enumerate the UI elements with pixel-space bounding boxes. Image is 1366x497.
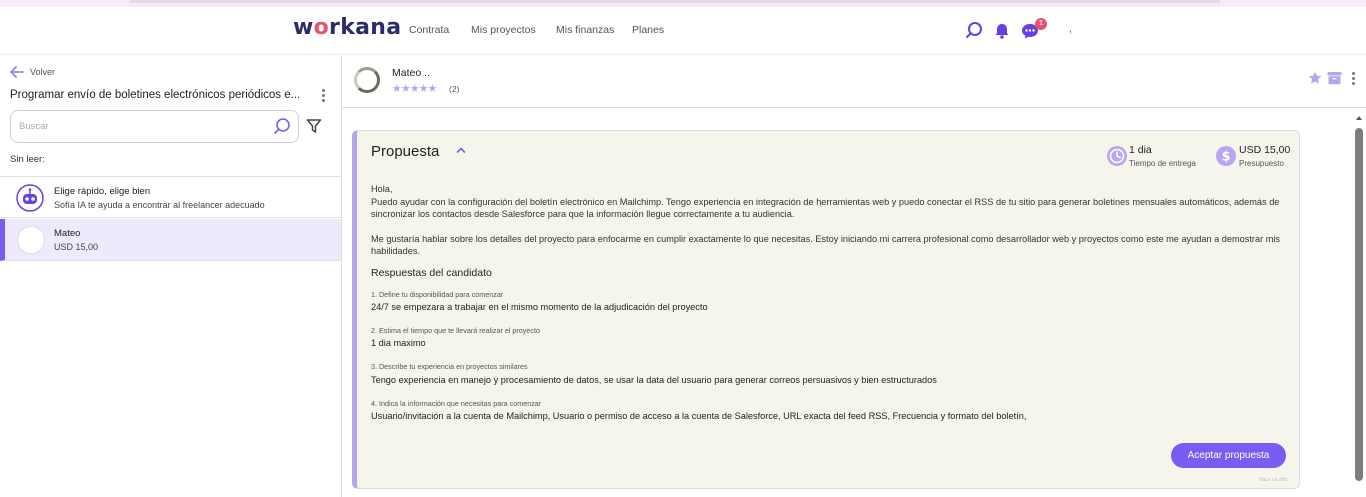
proposal-title: Propuesta <box>371 143 440 160</box>
conversation-sidebar: Volver Programar envío de boletines elec… <box>0 56 342 497</box>
unread-label: Sin leer: <box>10 154 45 165</box>
top-navbar: workana Contrata Mis proyectos Mis finan… <box>0 7 1366 55</box>
conversation-item-active[interactable]: Mateo USD 15,00 <box>0 219 341 261</box>
scrollbar[interactable] <box>1353 112 1366 497</box>
budget-value: USD 15,00 <box>1239 144 1291 156</box>
answer-text: 1 dia maximo <box>371 338 426 348</box>
conversation-item[interactable]: Elige rápido, elige bien Sofía IA te ayu… <box>0 176 341 218</box>
answer-text: Tengo experiencia en manejo y procesamie… <box>371 375 937 385</box>
workana-logo[interactable]: workana <box>293 15 401 40</box>
chevron-up-icon[interactable] <box>456 145 466 157</box>
notification-badge: 1 <box>1035 18 1047 30</box>
search-input[interactable]: Buscar <box>10 110 299 143</box>
avatar <box>17 226 45 254</box>
answer-text: 24/7 se empezara a trabajar en el mismo … <box>371 302 708 312</box>
question-label: 1. Define tu disponibilidad para comenza… <box>371 290 504 299</box>
delivery-label: Tiempo de entrega <box>1129 159 1196 168</box>
top-strip <box>0 0 1366 7</box>
answer-text: Usuario/invitación a la cuenta de Mailch… <box>371 411 1027 421</box>
project-menu-icon[interactable] <box>322 89 326 104</box>
star-icon[interactable] <box>1308 71 1322 88</box>
chat-menu-icon[interactable] <box>1352 72 1356 87</box>
svg-text:$: $ <box>1221 150 1230 165</box>
accept-proposal-button[interactable]: Aceptar propuesta <box>1171 443 1286 468</box>
question-label: 2. Estima el tiempo que te llevará reali… <box>371 326 540 335</box>
nav-mis-finanzas[interactable]: Mis finanzas <box>556 24 614 36</box>
filter-icon[interactable] <box>306 118 322 139</box>
responses-title: Respuestas del candidato <box>371 267 492 279</box>
proposal-message: Hola, Puedo ayudar con la configuración … <box>371 184 1280 257</box>
nav-contrata[interactable]: Contrata <box>409 24 449 36</box>
timestamp: Hace un año <box>1259 477 1288 483</box>
bell-icon[interactable] <box>992 21 1012 41</box>
proposal-card: Propuesta 1 dia Tiempo de entrega $ USD … <box>352 130 1300 489</box>
question-label: 3. Describe tu experiencia en proyectos … <box>371 362 528 371</box>
arrow-left-icon <box>10 66 24 78</box>
rating-count: (2) <box>449 84 460 94</box>
nav-planes[interactable]: Planes <box>632 24 664 36</box>
avatar[interactable] <box>354 67 380 93</box>
dollar-icon: $ <box>1216 146 1236 166</box>
bot-avatar-icon <box>16 184 44 212</box>
search-icon[interactable] <box>272 117 292 137</box>
user-name[interactable]: , <box>1069 24 1072 35</box>
project-title: Programar envío de boletines electrónico… <box>10 89 301 101</box>
budget-label: Presupuesto <box>1239 159 1284 168</box>
rating-stars: ★★★★★ <box>392 83 437 95</box>
chat-header: Mateo .. ★★★★★ (2) <box>342 56 1366 108</box>
freelancer-name[interactable]: Mateo .. <box>392 67 430 79</box>
delivery-value: 1 dia <box>1129 144 1152 156</box>
question-label: 4. Indica la información que necesitas p… <box>371 399 542 408</box>
back-link[interactable]: Volver <box>10 66 55 78</box>
search-icon[interactable] <box>964 21 984 41</box>
archive-icon[interactable] <box>1327 71 1342 88</box>
clock-icon <box>1107 146 1127 166</box>
chat-pane: Mateo .. ★★★★★ (2) Propuesta 1 dia Tiemp… <box>342 56 1366 497</box>
nav-mis-proyectos[interactable]: Mis proyectos <box>471 24 536 36</box>
